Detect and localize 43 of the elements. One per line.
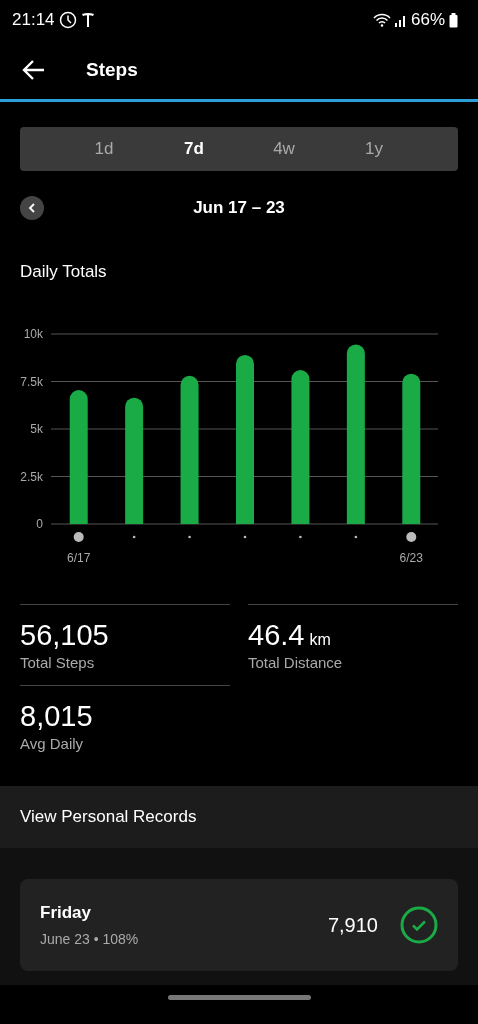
battery-percent: 66%: [410, 10, 445, 30]
x-axis-label: 6/23: [399, 551, 423, 565]
personal-records-link[interactable]: View Personal Records: [0, 786, 478, 848]
signal-icon: [394, 13, 407, 27]
back-arrow-icon[interactable]: [22, 58, 46, 81]
y-axis-label: 2.5k: [20, 469, 43, 484]
screen-title: Steps: [86, 58, 138, 81]
period-tab[interactable]: 1y: [354, 135, 394, 163]
day-dot-icon: [299, 535, 302, 539]
battery-icon: [449, 12, 458, 28]
chevron-left-icon: [28, 203, 36, 213]
day-card[interactable]: Friday June 23 • 108% 7,910: [20, 879, 458, 971]
stat-label: Avg Daily: [20, 735, 85, 752]
stat-label: Total Distance: [248, 654, 344, 671]
wifi-icon: [372, 13, 391, 27]
day-dot-icon: [132, 535, 136, 539]
day-name: Friday: [40, 903, 93, 923]
period-tab[interactable]: 4w: [264, 135, 304, 163]
day-dot-icon: [354, 535, 358, 539]
x-axis-label: 6/17: [67, 551, 91, 565]
period-tab[interactable]: 7d: [174, 135, 214, 163]
stat-label: Total Steps: [20, 654, 96, 671]
previous-button[interactable]: [20, 196, 44, 220]
day-dot-icon: [243, 535, 247, 539]
stat-value: 8,015: [20, 700, 93, 733]
alarm-clock-icon: [58, 11, 77, 29]
y-axis-label: 10k: [23, 327, 43, 341]
stat-value: 56,105: [20, 619, 109, 652]
day-marker-icon: [73, 532, 84, 542]
day-steps: 7,910: [327, 913, 378, 937]
y-axis-label: 7.5k: [20, 374, 43, 389]
period-tab[interactable]: 1d: [84, 135, 124, 163]
stat-unit: km: [309, 631, 331, 649]
status-time: 21:14: [12, 10, 55, 30]
y-axis-label: 5k: [30, 422, 43, 436]
day-dot-icon: [188, 535, 191, 539]
stat-value: 46.4: [248, 619, 305, 652]
t-logo-icon: [80, 12, 95, 28]
y-axis-label: 0: [36, 517, 43, 531]
day-detail: June 23 • 108%: [40, 931, 139, 947]
date-range: Jun 17 – 23: [193, 198, 285, 218]
section-title: Daily Totals: [20, 262, 108, 282]
day-marker-icon: [406, 532, 417, 542]
